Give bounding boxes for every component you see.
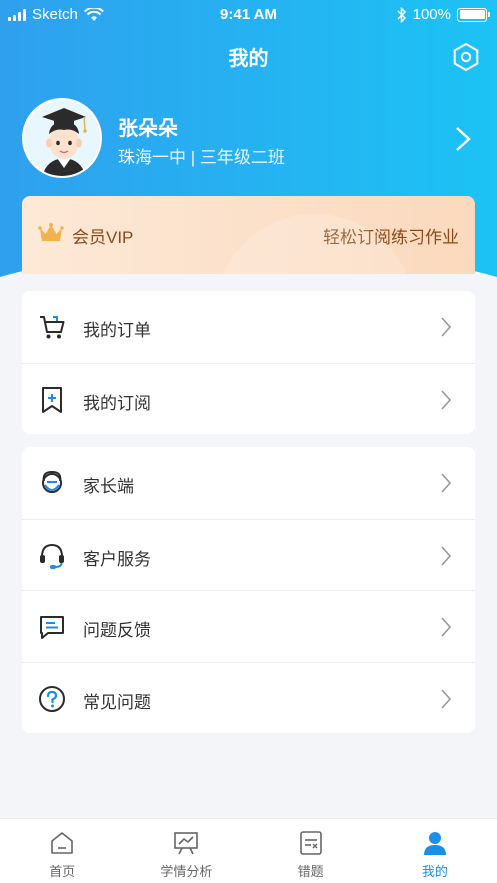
avatar[interactable] — [22, 98, 102, 178]
home-icon — [51, 832, 73, 854]
cart-icon — [40, 316, 65, 339]
tab-bar: 首页 学情分析 错题 我的 — [0, 818, 497, 883]
status-right: 100% — [397, 6, 490, 23]
chevron-right-icon[interactable] — [455, 126, 471, 152]
chevron-right-icon — [441, 473, 451, 493]
menu-item-parent[interactable]: 家长端 — [22, 447, 475, 519]
message-icon — [40, 616, 64, 639]
menu-label: 我的订阅 — [83, 393, 151, 413]
parent-icon — [42, 470, 62, 493]
chevron-right-icon — [441, 389, 451, 410]
tab-mine[interactable]: 我的 — [373, 819, 497, 883]
vip-promo-text: 轻松订阅练习作业 — [323, 228, 459, 247]
wrong-questions-icon — [299, 831, 322, 855]
menu-item-customer-service[interactable]: 客户服务 — [22, 518, 475, 591]
chevron-right-icon — [441, 545, 451, 566]
question-icon — [39, 685, 65, 712]
menu-card-services: 家长端 客户服务 问题反馈 常见问题 — [22, 447, 475, 733]
menu-label: 家长端 — [83, 477, 134, 496]
menu-label: 我的订单 — [83, 321, 151, 340]
bluetooth-icon — [397, 6, 406, 23]
menu-item-faq[interactable]: 常见问题 — [22, 661, 475, 734]
settings-hexagon-icon[interactable] — [451, 42, 481, 72]
menu-card-orders: 我的订单 我的订阅 — [22, 291, 475, 434]
page-title: 我的 — [228, 48, 269, 70]
chevron-right-icon — [441, 688, 451, 709]
profile-section[interactable]: 张朵朵 珠海一中 | 三年级二班 — [22, 98, 477, 180]
tab-label: 错题 — [297, 864, 324, 879]
menu-label: 常见问题 — [83, 692, 151, 712]
menu-label: 问题反馈 — [83, 621, 151, 640]
tab-label: 我的 — [421, 864, 448, 879]
user-icon — [423, 832, 446, 855]
status-bar: Sketch 9:41 AM 100% — [0, 0, 497, 30]
chevron-right-icon — [441, 617, 451, 637]
tab-label: 学情分析 — [160, 864, 213, 879]
tab-wrong-questions[interactable]: 错题 — [249, 819, 373, 883]
tab-analysis[interactable]: 学情分析 — [124, 819, 248, 883]
menu-item-my-orders[interactable]: 我的订单 — [22, 291, 475, 363]
user-name: 张朵朵 — [118, 118, 178, 140]
battery-percent: 100% — [412, 6, 451, 23]
user-school-class: 珠海一中 | 三年级二班 — [118, 148, 285, 167]
vip-label: 会员VIP — [72, 228, 134, 247]
vip-banner[interactable]: 会员VIP 轻松订阅练习作业 — [22, 196, 475, 274]
graduate-avatar-icon — [24, 100, 100, 176]
menu-label: 客户服务 — [83, 549, 151, 569]
chevron-right-icon — [441, 317, 451, 337]
tab-label: 首页 — [49, 864, 76, 879]
headset-icon — [40, 543, 64, 569]
bookmark-add-icon — [42, 386, 62, 413]
analysis-icon — [174, 832, 199, 855]
tab-home[interactable]: 首页 — [0, 819, 124, 883]
battery-icon — [457, 7, 490, 22]
menu-item-feedback[interactable]: 问题反馈 — [22, 590, 475, 662]
crown-icon — [38, 223, 64, 241]
menu-item-my-subscriptions[interactable]: 我的订阅 — [22, 362, 475, 435]
